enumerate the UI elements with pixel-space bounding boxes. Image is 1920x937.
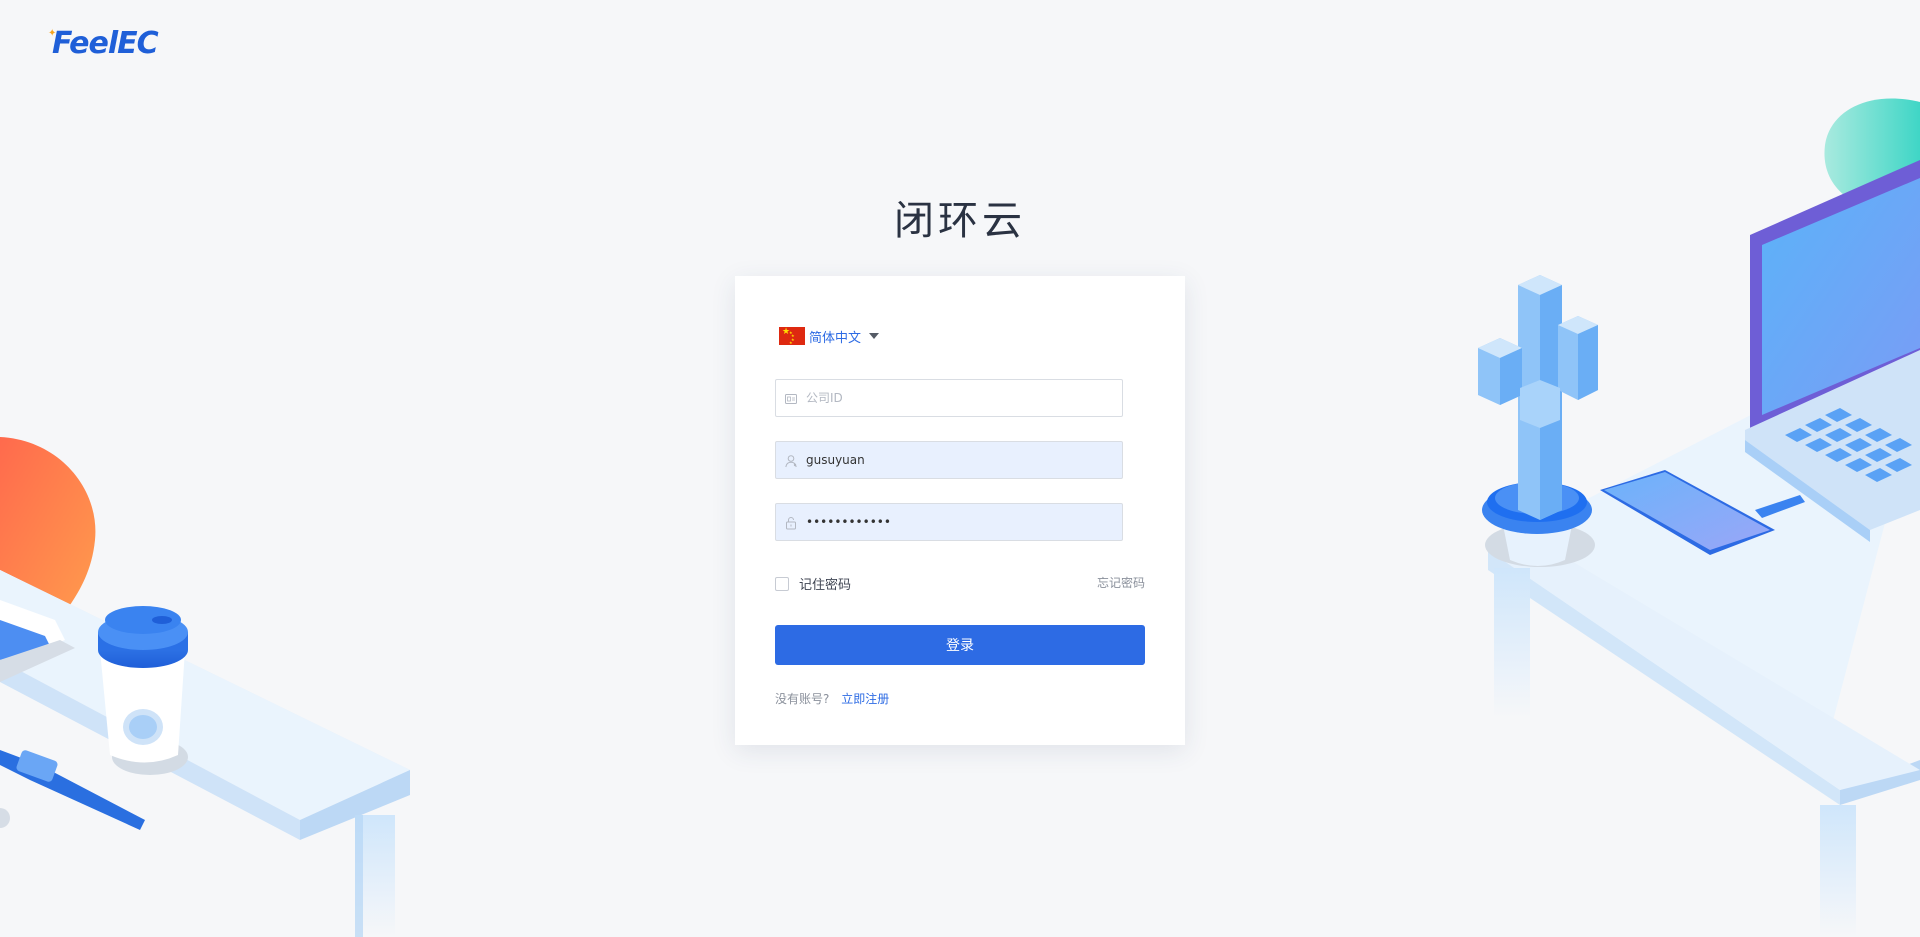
register-row: 没有账号? 立即注册 — [775, 690, 889, 707]
username-field[interactable] — [775, 441, 1123, 479]
forgot-password-link[interactable]: 忘记密码 — [1097, 574, 1145, 591]
password-input[interactable] — [806, 504, 1116, 540]
desk-illustration-left — [0, 437, 410, 937]
remember-password-checkbox[interactable]: 记住密码 — [775, 574, 851, 593]
remember-password-label: 记住密码 — [799, 578, 852, 593]
password-field[interactable] — [775, 503, 1123, 541]
id-card-icon — [784, 391, 798, 405]
app-title: 闭环云 — [894, 198, 1026, 244]
language-label: 简体中文 — [809, 330, 862, 346]
logo-text: FeelEC — [52, 26, 159, 61]
caret-down-icon — [869, 333, 880, 339]
login-card: ★ ★ ★ ★ ★ 简体中文 公司ID gusuyuan •••••••••••… — [735, 276, 1185, 745]
username-input[interactable] — [806, 442, 1116, 478]
brand-logo: ✦ FeelEC — [48, 26, 178, 62]
register-link[interactable]: 立即注册 — [841, 692, 889, 706]
register-question: 没有账号? — [775, 692, 830, 706]
user-icon — [784, 453, 798, 468]
login-button[interactable]: 登录 — [775, 625, 1145, 665]
china-flag-icon: ★ ★ ★ ★ ★ — [779, 327, 805, 345]
company-id-field[interactable] — [775, 379, 1123, 417]
language-selector[interactable]: ★ ★ ★ ★ ★ 简体中文 — [779, 326, 880, 346]
lock-icon — [784, 515, 798, 530]
login-page: ✦ FeelEC 闭环云 ★ ★ ★ ★ ★ 简体中文 公司ID gusuyua… — [0, 0, 1920, 937]
company-id-input[interactable] — [806, 380, 1116, 416]
checkbox-box[interactable] — [775, 576, 789, 591]
